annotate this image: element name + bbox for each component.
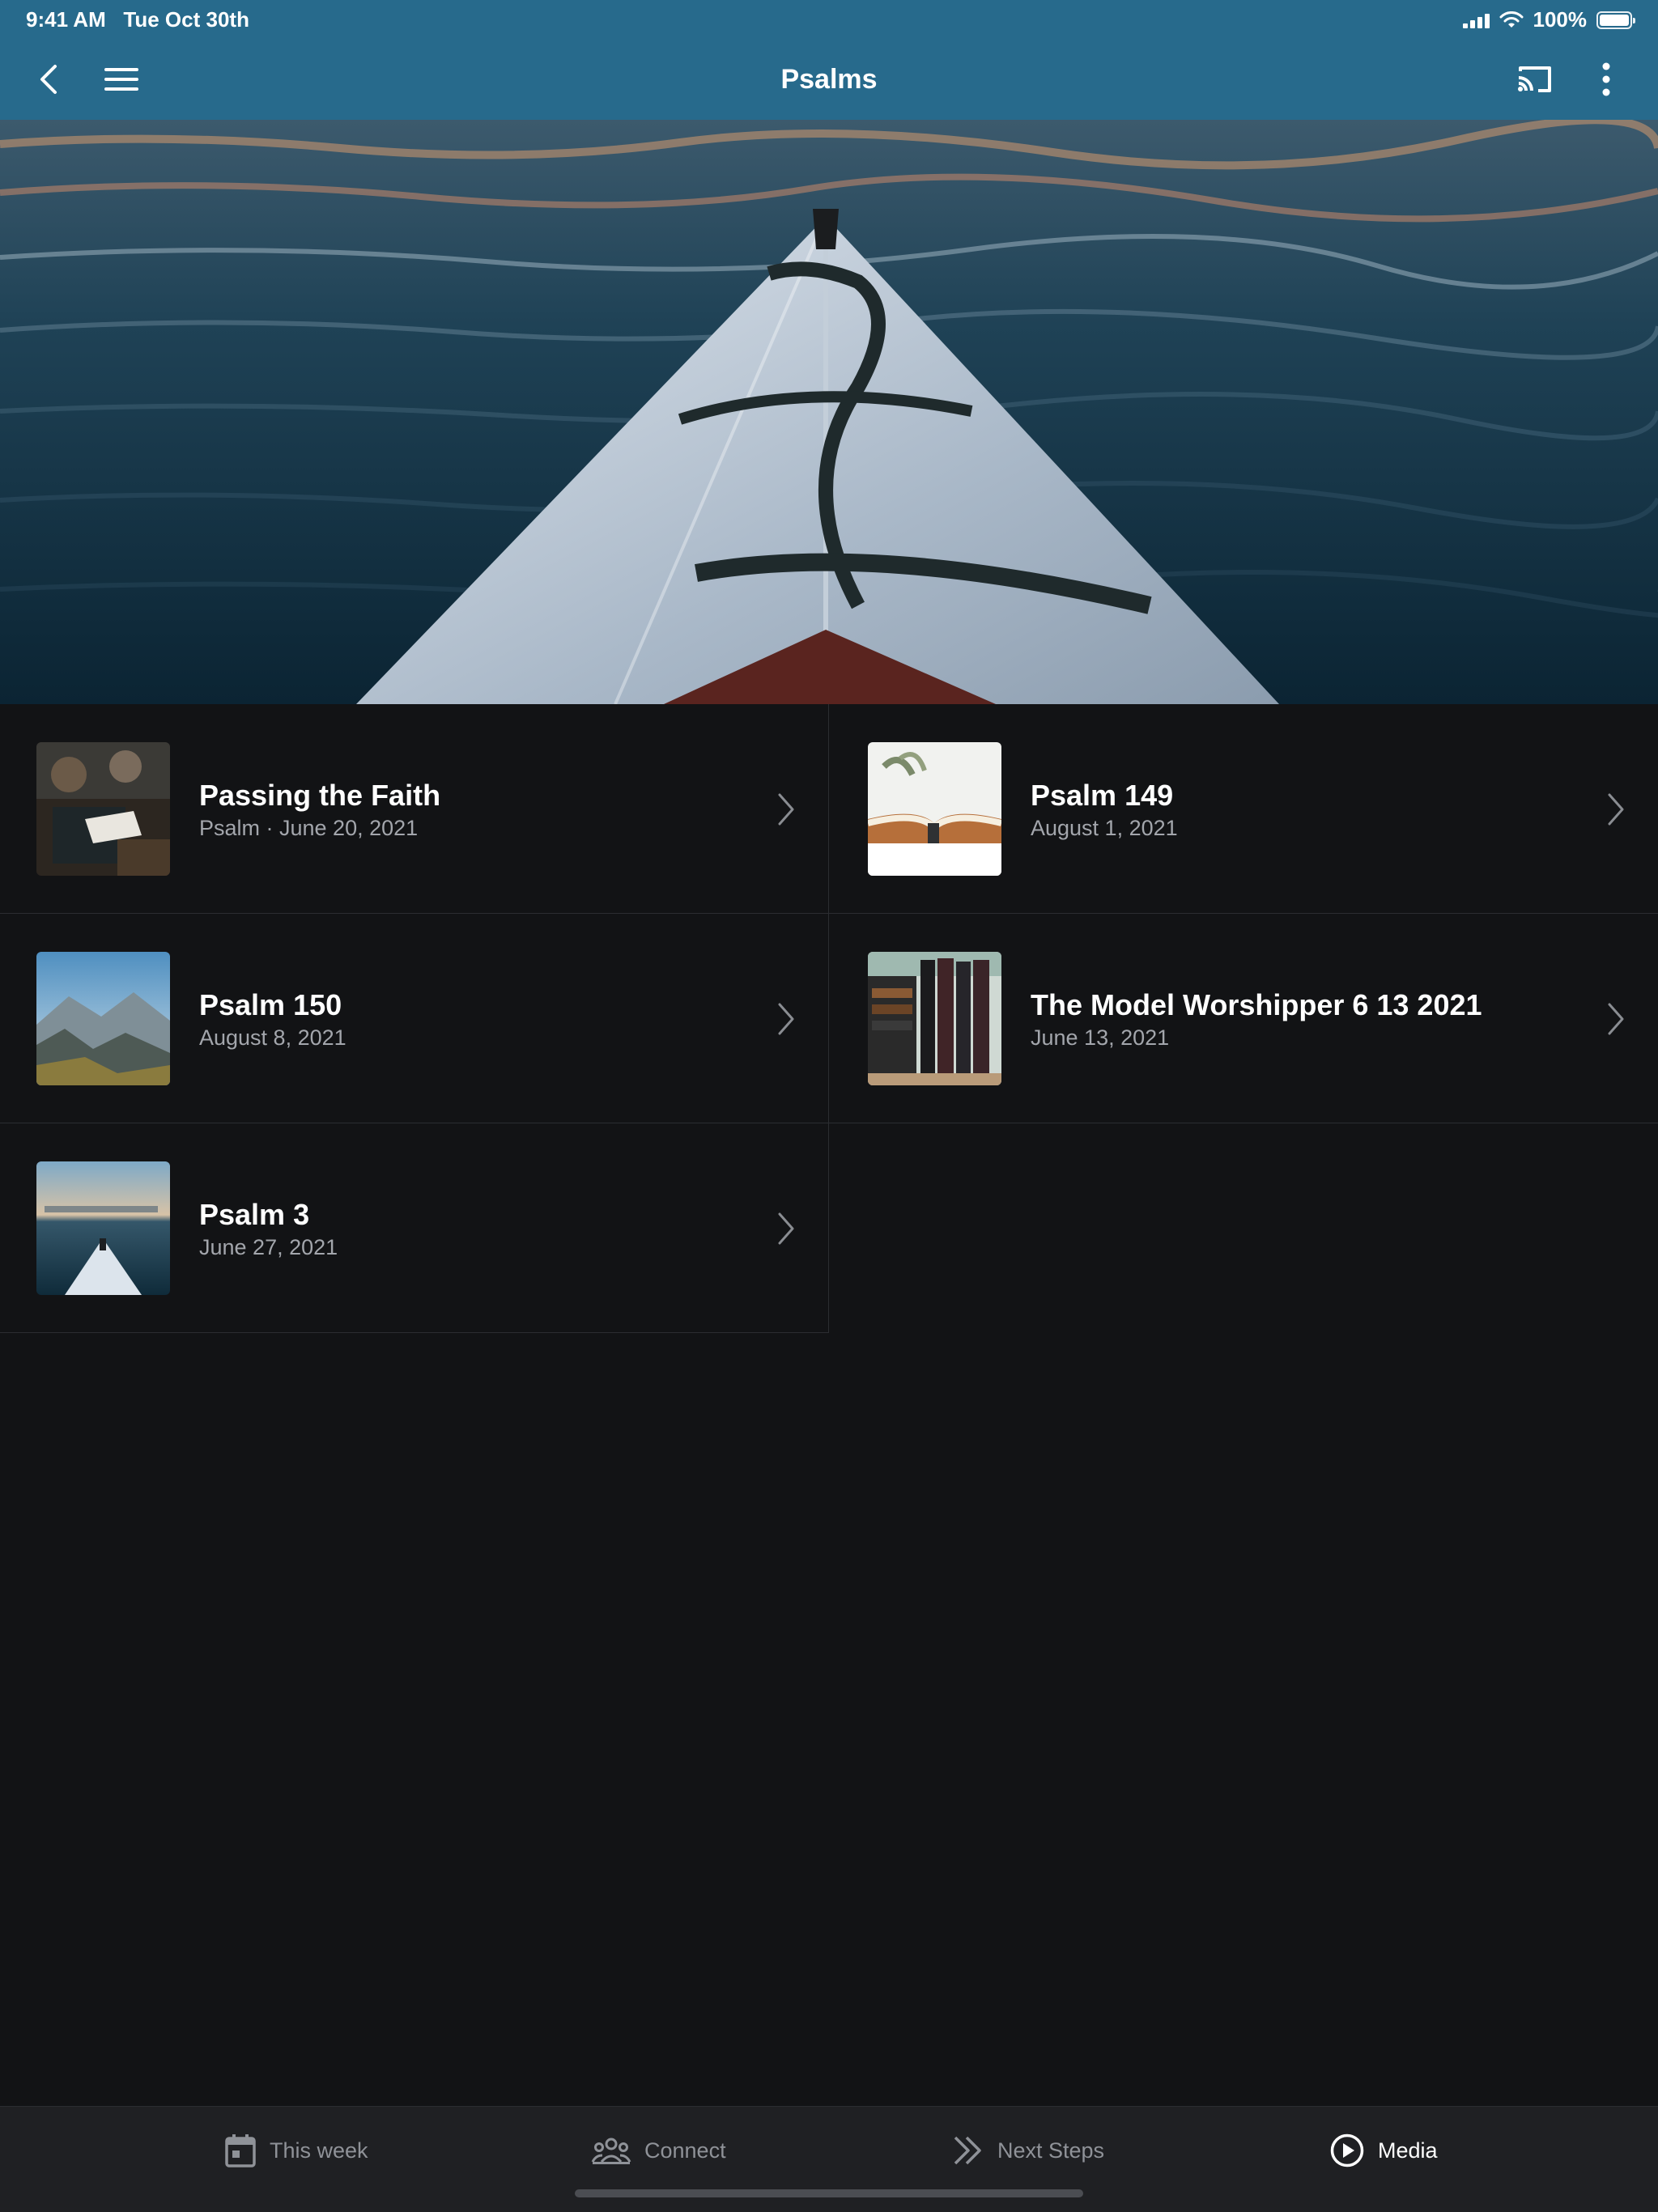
item-thumbnail — [36, 742, 170, 876]
status-bar: 9:41 AM Tue Oct 30th 100% — [0, 0, 1658, 39]
page-title: Psalms — [780, 64, 878, 95]
tab-media[interactable]: Media — [1329, 2129, 1438, 2172]
wifi-icon — [1499, 11, 1523, 28]
item-thumbnail — [868, 742, 1001, 876]
tab-this-week[interactable]: This week — [224, 2129, 368, 2172]
item-title: Passing the Faith — [199, 779, 441, 812]
kayak-hero-image — [0, 120, 1658, 704]
open-bible-thumbnail-icon — [868, 742, 1001, 876]
item-title: Psalm 149 — [1031, 779, 1174, 812]
chevron-right-icon — [778, 1212, 794, 1245]
tab-label: Media — [1378, 2138, 1438, 2163]
navigation-bar: Psalms — [0, 39, 1658, 120]
list-item[interactable]: Psalm 150 August 8, 2021 — [0, 914, 829, 1123]
tab-label: Next Steps — [997, 2138, 1105, 2163]
list-item[interactable]: Psalm 3 June 27, 2021 — [0, 1123, 829, 1333]
cellular-signal-icon — [1462, 12, 1490, 28]
double-chevron-icon — [954, 2136, 981, 2165]
chevron-right-icon — [1608, 1003, 1624, 1035]
status-indicators: 100% — [1462, 7, 1635, 32]
people-icon — [591, 2138, 631, 2164]
cast-icon — [1518, 66, 1551, 92]
item-thumbnail — [36, 952, 170, 1085]
tab-connect[interactable]: Connect — [591, 2129, 726, 2172]
item-title: Psalm 150 — [199, 988, 342, 1021]
item-thumbnail — [36, 1161, 170, 1295]
more-options-button[interactable] — [1584, 58, 1629, 100]
list-item[interactable]: Psalm 149 August 1, 2021 — [829, 704, 1658, 914]
battery-percent: 100% — [1533, 7, 1588, 32]
chevron-right-icon — [778, 793, 794, 826]
tab-label: This week — [270, 2138, 368, 2163]
mountains-thumbnail-icon — [36, 952, 170, 1085]
books-thumbnail-icon — [868, 952, 1001, 1085]
people-reading-thumbnail-icon — [36, 742, 170, 876]
play-circle-icon — [1330, 2133, 1364, 2167]
battery-icon — [1596, 11, 1635, 29]
tab-next-steps[interactable]: Next Steps — [952, 2129, 1104, 2172]
item-subtitle: August 8, 2021 — [199, 1025, 346, 1050]
kayak-thumbnail-icon — [36, 1161, 170, 1295]
list-item[interactable]: Passing the Faith Psalm · June 20, 2021 — [0, 704, 829, 914]
chevron-right-icon — [778, 1003, 794, 1035]
more-vertical-icon — [1602, 62, 1610, 96]
cast-button[interactable] — [1512, 58, 1558, 100]
item-subtitle: June 27, 2021 — [199, 1235, 338, 1259]
chevron-right-icon — [1608, 793, 1624, 826]
item-subtitle: June 13, 2021 — [1031, 1025, 1170, 1050]
calendar-icon — [225, 2134, 256, 2167]
tab-label: Connect — [644, 2138, 726, 2163]
list-item[interactable]: The Model Worshipper 6 13 2021 June 13, … — [829, 914, 1658, 1123]
home-indicator — [575, 2189, 1083, 2197]
item-title: The Model Worshipper 6 13 2021 — [1031, 988, 1482, 1021]
item-thumbnail — [868, 952, 1001, 1085]
item-subtitle: August 1, 2021 — [1031, 816, 1178, 840]
hero-image — [0, 120, 1658, 704]
item-title: Psalm 3 — [199, 1198, 310, 1231]
top-bar: 9:41 AM Tue Oct 30th 100% Psalms — [0, 0, 1658, 120]
status-time: 9:41 AM Tue Oct 30th — [26, 7, 249, 32]
item-subtitle: Psalm · June 20, 2021 — [199, 816, 419, 840]
